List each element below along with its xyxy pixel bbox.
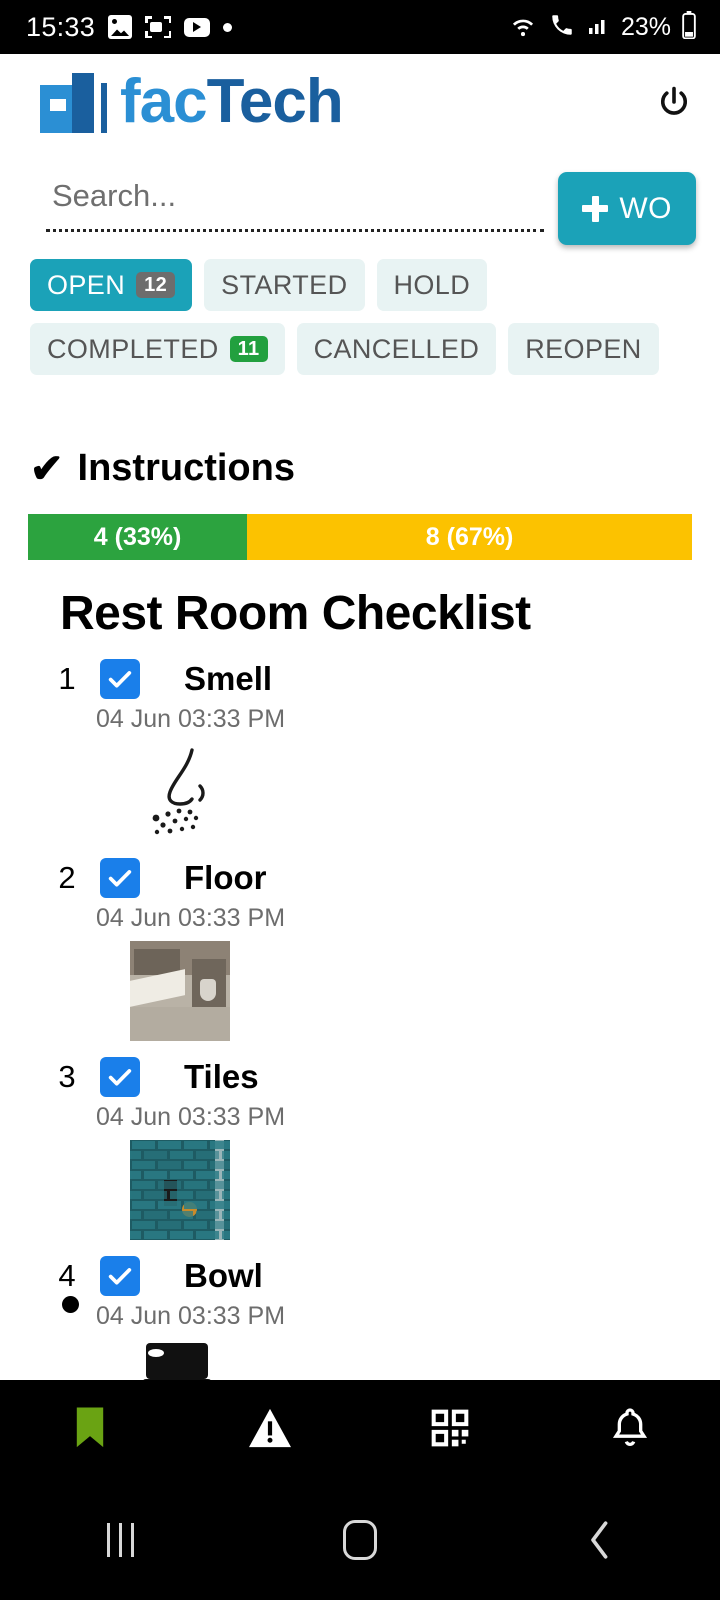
progress-done-segment: 4 (33%) (28, 514, 248, 560)
nav-qr-scan[interactable] (360, 1406, 540, 1455)
check-icon: ✔ (30, 446, 64, 491)
search-field-wrapper (46, 172, 549, 236)
tab-completed-count: 11 (229, 336, 268, 362)
wifi-icon (508, 12, 538, 43)
checklist-item-header: 4 Bowl (0, 1256, 720, 1296)
item-timestamp: 04 Jun 03:33 PM (96, 705, 286, 733)
logo-text-primary: fac (120, 67, 208, 136)
battery-percent: 23% (620, 12, 671, 41)
item-media[interactable] (0, 1140, 720, 1240)
nav-notifications[interactable] (540, 1406, 720, 1455)
checklist-item-header: 1 Smell (0, 659, 720, 699)
tab-completed-label: COMPLETED (47, 333, 219, 364)
item-timestamp: 04 Jun 03:33 PM (96, 1103, 286, 1131)
factech-logomark-icon (40, 71, 108, 133)
qr-code-icon (428, 1406, 472, 1455)
item-media[interactable] (0, 941, 720, 1041)
add-wo-button[interactable]: WO (558, 172, 696, 245)
add-wo-label: WO (619, 191, 672, 225)
signal-icon (586, 13, 612, 42)
checklist-items: 1 Smell 04 Jun 03:33 PM 2 Floor 04 Jun 0… (0, 641, 720, 1450)
tab-reopen[interactable]: REOPEN (508, 323, 659, 375)
item-number: 3 (58, 1059, 76, 1094)
item-media[interactable] (0, 742, 720, 842)
checklist-item: 2 Floor 04 Jun 03:33 PM (0, 858, 720, 1057)
app-header: facTech (0, 54, 720, 150)
instructions-header: ✔ Instructions (0, 375, 720, 490)
status-filter-tabs: OPEN 12 STARTED HOLD COMPLETED 11 CANCEL… (0, 245, 720, 375)
logo-text-secondary: Tech (206, 67, 344, 136)
tab-completed[interactable]: COMPLETED 11 (30, 323, 285, 375)
nose-smell-icon (130, 748, 230, 841)
progress-pending-segment: 8 (67%) (247, 514, 692, 560)
search-row: WO (0, 150, 720, 245)
item-number: 1 (58, 661, 76, 696)
call-wifi-icon (547, 12, 577, 43)
tab-open-label: OPEN (47, 269, 126, 300)
tab-reopen-label: REOPEN (525, 333, 642, 364)
nav-alerts[interactable] (180, 1407, 360, 1454)
search-input[interactable] (46, 172, 549, 228)
plus-icon (582, 195, 609, 222)
item-checkbox[interactable] (100, 1256, 140, 1296)
screen-record-icon (145, 16, 172, 38)
bookmark-icon (72, 1406, 108, 1455)
item-checkbox[interactable] (100, 1057, 140, 1097)
item-checkbox[interactable] (100, 858, 140, 898)
progress-bar: 4 (33%) 8 (67%) (28, 514, 692, 560)
back-icon[interactable] (480, 1519, 720, 1561)
teal-tile-shower-photo (130, 1140, 230, 1240)
checklist-item: 1 Smell 04 Jun 03:33 PM (0, 659, 720, 858)
item-label: Bowl (184, 1257, 263, 1294)
youtube-icon (184, 17, 211, 37)
tab-started-label: STARTED (221, 269, 348, 300)
home-icon[interactable] (240, 1520, 480, 1560)
restroom-floor-photo (130, 941, 230, 1041)
status-bar: 15:33 23% (0, 0, 720, 54)
item-label: Smell (184, 660, 273, 697)
checklist-item-header: 3 Tiles (0, 1057, 720, 1097)
tab-cancelled-label: CANCELLED (313, 333, 480, 364)
tab-open-count: 12 (136, 272, 176, 298)
system-navigation-bar (0, 1480, 720, 1600)
power-icon[interactable] (652, 80, 696, 124)
dot-icon (223, 22, 233, 32)
item-timestamp: 04 Jun 03:33 PM (96, 904, 286, 932)
tab-cancelled[interactable]: CANCELLED (296, 323, 497, 375)
photo-icon (108, 15, 133, 39)
tab-open[interactable]: OPEN 12 (30, 259, 193, 311)
warning-triangle-icon (247, 1407, 293, 1454)
app-title: facTech (120, 71, 344, 133)
bottom-navigation (0, 1380, 720, 1480)
status-bar-left: 15:33 (26, 11, 233, 43)
checklist-item: 3 Tiles 04 Jun 03:33 PM (0, 1057, 720, 1256)
tab-hold[interactable]: HOLD (376, 259, 488, 311)
item-number: 2 (58, 860, 76, 895)
instructions-title: Instructions (77, 447, 295, 489)
item-label: Tiles (184, 1058, 259, 1095)
nav-bookmark[interactable] (0, 1406, 180, 1455)
bell-icon (610, 1406, 650, 1455)
item-dot-marker (62, 1296, 79, 1313)
checklist-item-header: 2 Floor (0, 858, 720, 898)
status-time: 15:33 (26, 11, 96, 42)
checklist-title: Rest Room Checklist (60, 587, 531, 640)
tab-hold-label: HOLD (393, 269, 471, 300)
item-label: Floor (184, 859, 267, 896)
tab-started[interactable]: STARTED (204, 259, 365, 311)
battery-icon (680, 10, 698, 44)
item-checkbox[interactable] (100, 659, 140, 699)
item-number: 4 (58, 1258, 76, 1293)
item-timestamp: 04 Jun 03:33 PM (96, 1302, 286, 1330)
app-logo: facTech (40, 71, 344, 133)
recents-icon[interactable] (0, 1523, 240, 1557)
status-bar-right: 23% (508, 10, 698, 44)
